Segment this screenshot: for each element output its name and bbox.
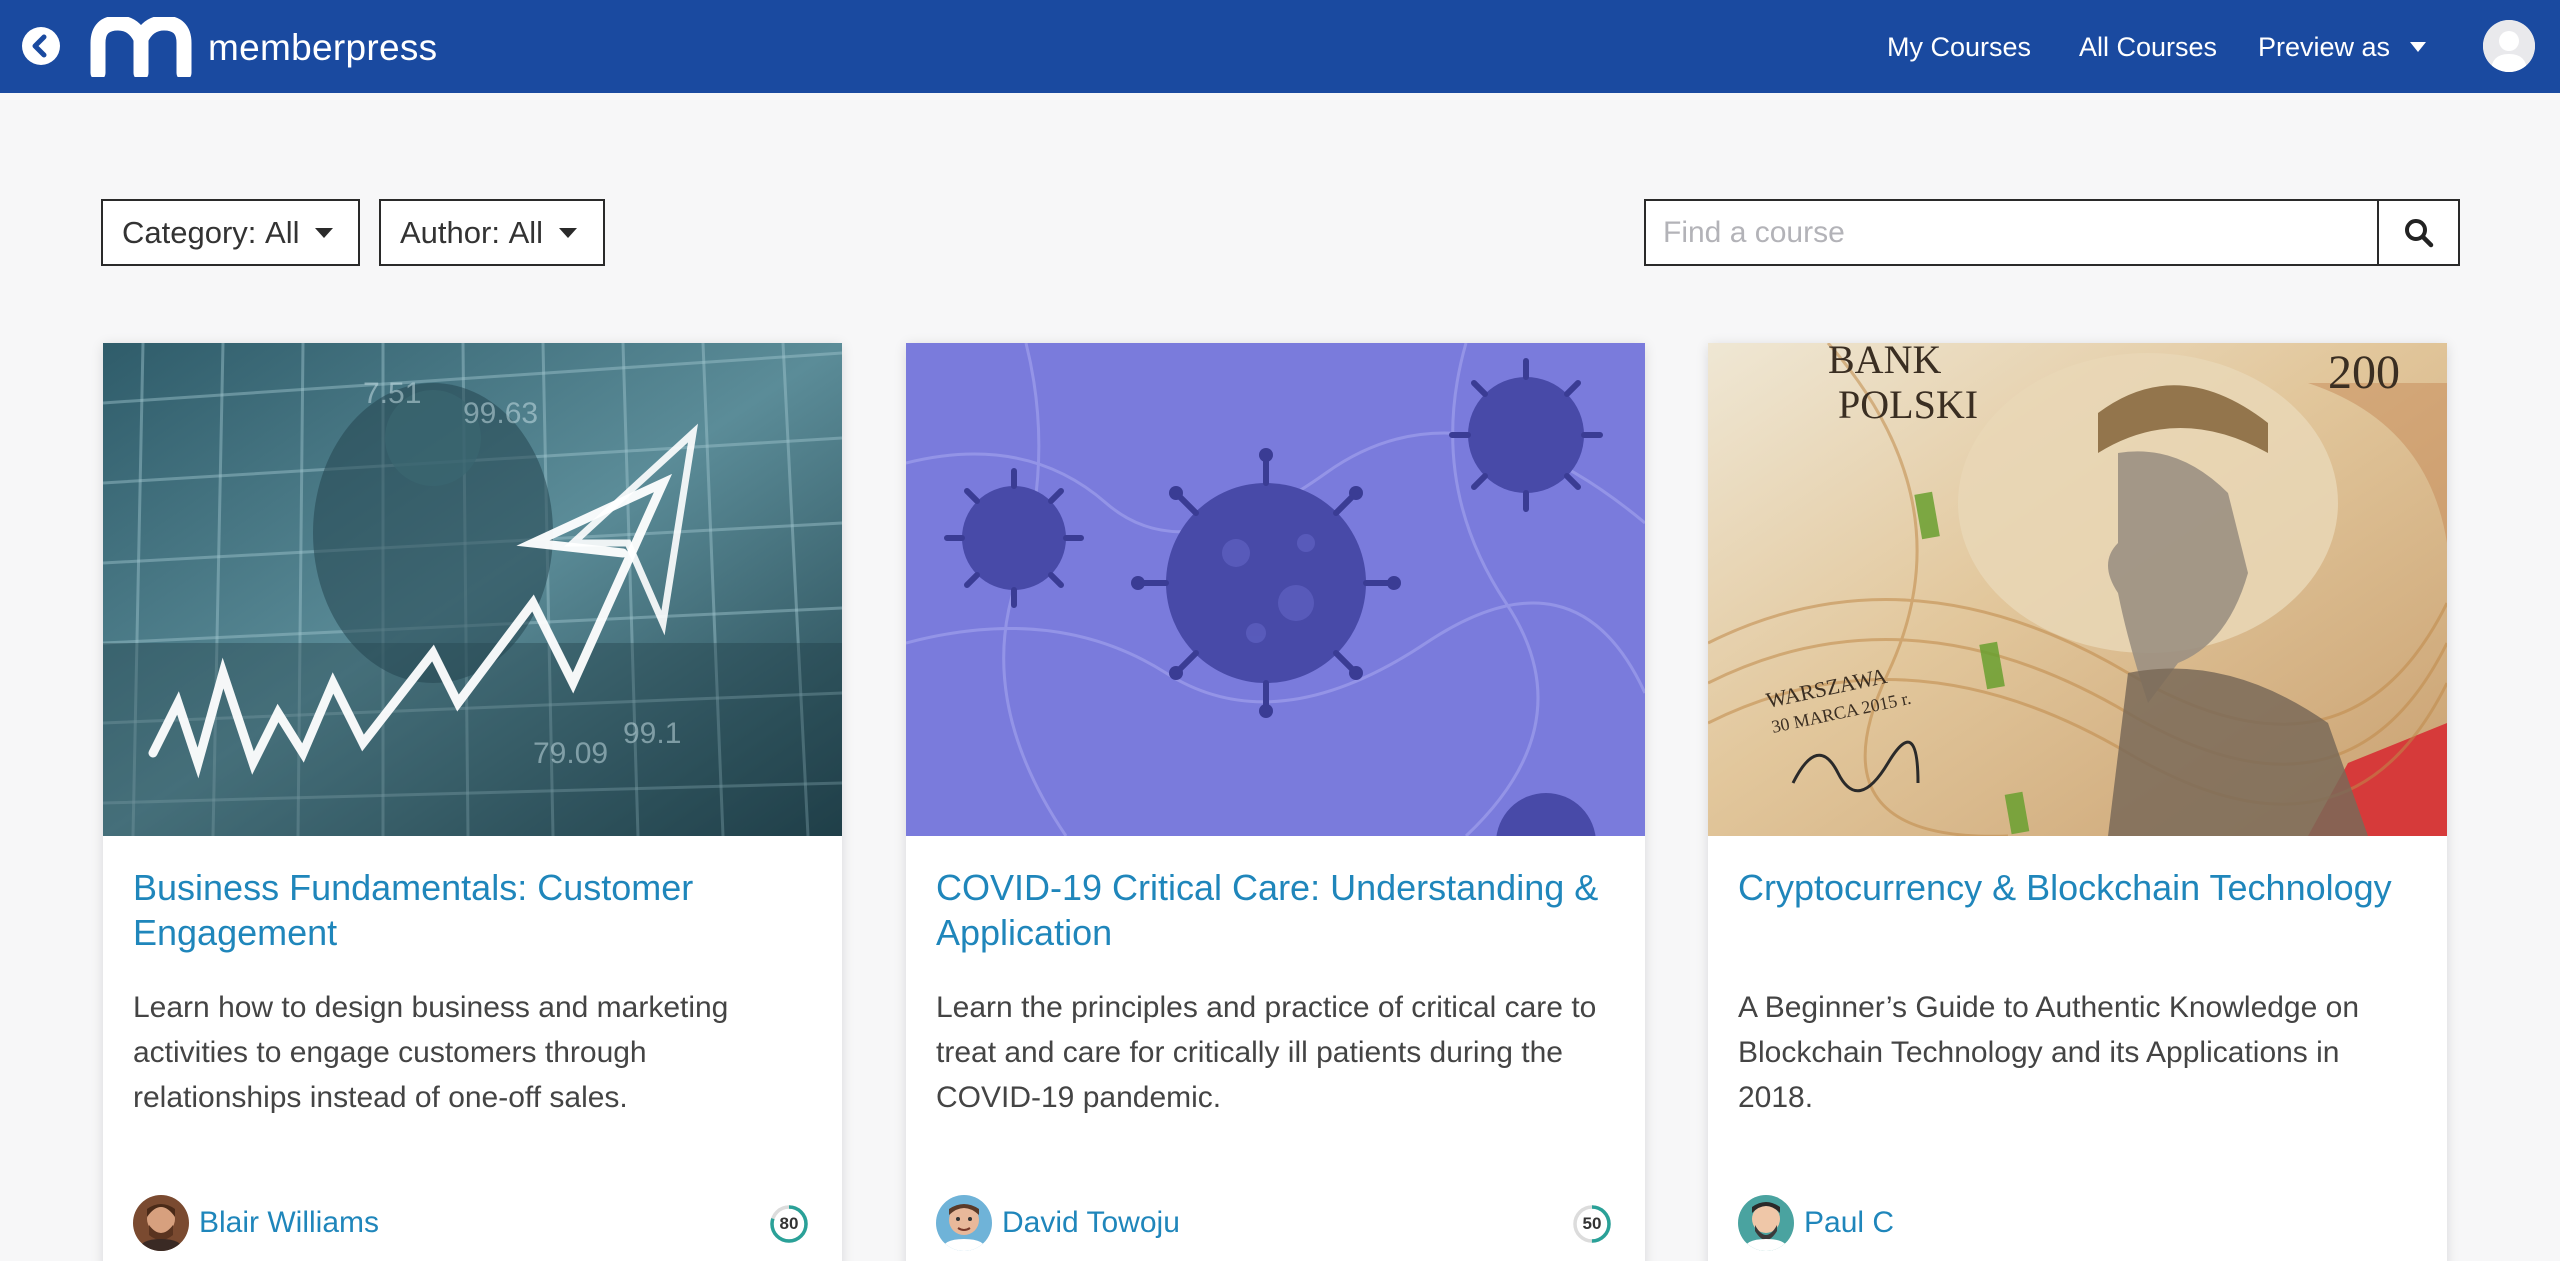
svg-text:200: 200 bbox=[2328, 346, 2400, 399]
course-author[interactable]: David Towoju bbox=[936, 1195, 1180, 1251]
search-icon bbox=[2404, 218, 2433, 247]
author-avatar bbox=[1738, 1195, 1794, 1251]
author-name: Paul C bbox=[1804, 1206, 1895, 1239]
course-title[interactable]: Cryptocurrency & Blockchain Technology bbox=[1738, 865, 2418, 910]
preview-as-label: Preview as bbox=[2258, 31, 2391, 62]
category-filter-dropdown[interactable]: Category: All bbox=[101, 199, 360, 266]
nav-all-courses-label: All Courses bbox=[2079, 31, 2218, 62]
svg-text:99.63: 99.63 bbox=[463, 397, 538, 430]
course-description: Learn the principles and practice of cri… bbox=[936, 991, 1597, 1114]
nav-my-courses[interactable]: My Courses bbox=[1887, 28, 2031, 66]
preview-as-dropdown[interactable]: Preview as bbox=[2258, 28, 2427, 66]
course-image-coronavirus[interactable] bbox=[906, 343, 1645, 836]
course-image-banknote[interactable]: BANK POLSKI 200 WARSZAWA 30 MARCA 2015 r… bbox=[1708, 343, 2447, 836]
nav-all-courses[interactable]: All Courses bbox=[2079, 28, 2217, 66]
course-progress-ring: 50 bbox=[1571, 1203, 1613, 1245]
user-avatar-icon[interactable] bbox=[2483, 20, 2535, 72]
author-avatar bbox=[936, 1195, 992, 1251]
author-filter-label: Author: bbox=[400, 214, 500, 250]
author-filter-value: All bbox=[508, 214, 544, 250]
svg-text:7.51: 7.51 bbox=[363, 377, 421, 410]
category-filter-label: Category: bbox=[122, 214, 257, 250]
svg-text:POLSKI: POLSKI bbox=[1838, 382, 1978, 427]
chevron-down-icon bbox=[559, 227, 578, 238]
author-avatar bbox=[133, 1195, 189, 1251]
top-navigation-bar: memberpress My Courses All Courses Previ… bbox=[0, 0, 2560, 93]
course-author[interactable]: Blair Williams bbox=[133, 1195, 379, 1251]
author-filter-dropdown[interactable]: Author: All bbox=[379, 199, 605, 266]
course-card[interactable]: BANK POLSKI 200 WARSZAWA 30 MARCA 2015 r… bbox=[1708, 343, 2447, 1261]
author-name: David Towoju bbox=[1002, 1206, 1180, 1239]
course-description: A Beginner’s Guide to Authentic Knowledg… bbox=[1738, 991, 2360, 1114]
course-title[interactable]: Business Fundamentals: Customer Engageme… bbox=[133, 865, 813, 955]
back-arrow-icon[interactable] bbox=[22, 27, 60, 65]
course-progress-value: 80 bbox=[779, 1214, 799, 1233]
search-button[interactable] bbox=[2377, 199, 2460, 266]
chevron-down-icon bbox=[2410, 42, 2427, 52]
course-progress-value: 50 bbox=[1582, 1214, 1602, 1233]
svg-text:BANK: BANK bbox=[1828, 343, 1941, 382]
course-search-input[interactable] bbox=[1644, 199, 2379, 266]
course-progress-ring: 80 bbox=[768, 1203, 810, 1245]
logo-text: memberpress bbox=[208, 26, 438, 68]
course-image-business-chart[interactable]: 7.51 99.63 79.09 99.1 bbox=[103, 343, 842, 836]
nav-my-courses-label: My Courses bbox=[1887, 31, 2032, 62]
author-name: Blair Williams bbox=[199, 1206, 379, 1239]
course-card[interactable]: 7.51 99.63 79.09 99.1 Business Fundamental… bbox=[103, 343, 842, 1261]
course-description: Learn how to design business and marketi… bbox=[133, 991, 729, 1114]
course-author[interactable]: Paul C bbox=[1738, 1195, 1894, 1251]
chevron-down-icon bbox=[315, 227, 334, 238]
category-filter-value: All bbox=[265, 214, 300, 250]
course-card[interactable]: COVID-19 Critical Care: Understanding & … bbox=[906, 343, 1645, 1261]
svg-text:79.09: 79.09 bbox=[533, 737, 608, 770]
memberpress-m-icon bbox=[90, 17, 192, 77]
course-title[interactable]: COVID-19 Critical Care: Understanding & … bbox=[936, 865, 1616, 955]
memberpress-logo[interactable]: memberpress bbox=[88, 17, 437, 77]
svg-text:99.1: 99.1 bbox=[623, 717, 681, 750]
